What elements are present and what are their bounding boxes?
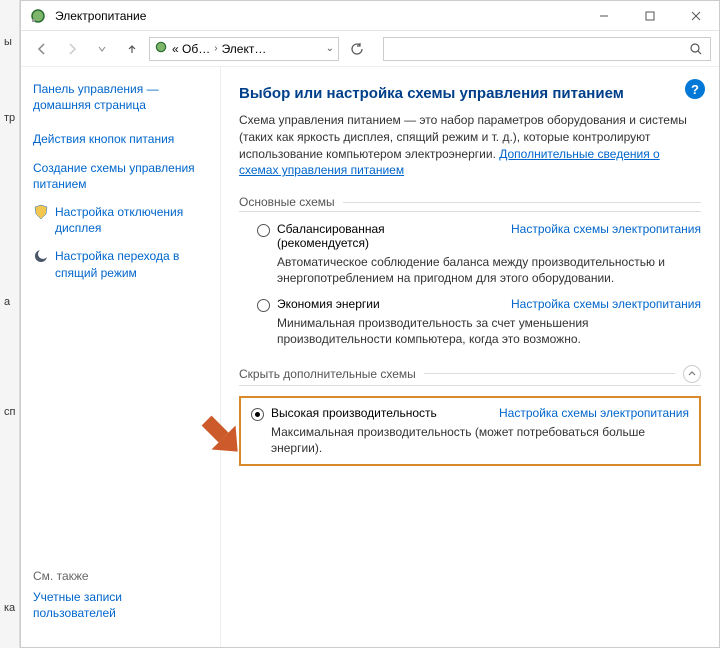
breadcrumb-item[interactable]: Элект… [222, 42, 267, 56]
sleep-settings-link[interactable]: Настройка перехода вспящий режим [33, 248, 208, 280]
help-button[interactable]: ? [685, 79, 705, 99]
moon-icon [33, 248, 49, 264]
close-button[interactable] [673, 1, 719, 31]
up-button[interactable] [119, 36, 145, 62]
breadcrumb[interactable]: « Об… › Элект… ⌄ [149, 37, 339, 61]
page-description: Схема управления питанием — это набор па… [239, 112, 701, 179]
scheme-description: Минимальная производительность за счет у… [277, 315, 701, 347]
bg-text: ка [4, 602, 15, 614]
see-also-header: См. также [33, 569, 208, 583]
radio-balanced[interactable] [257, 224, 270, 237]
window-title: Электропитание [55, 9, 146, 23]
recent-chevron-icon[interactable] [89, 36, 115, 62]
additional-schemes-header[interactable]: Скрыть дополнительные схемы [239, 363, 701, 386]
shield-icon [33, 204, 49, 220]
scheme-saver: Экономия энергии Настройка схемы электро… [239, 297, 701, 357]
maximize-button[interactable] [627, 1, 673, 31]
refresh-button[interactable] [343, 37, 371, 61]
navbar: « Об… › Элект… ⌄ [21, 31, 719, 67]
scheme-description: Автоматическое соблюдение баланса между … [277, 254, 701, 286]
breadcrumb-item[interactable]: « Об… [172, 42, 210, 56]
power-button-actions-link[interactable]: Действия кнопок питания [33, 131, 208, 147]
create-power-plan-link[interactable]: Создание схемы управления питанием [33, 160, 208, 192]
page-title: Выбор или настройка схемы управления пит… [239, 85, 701, 102]
forward-button[interactable] [59, 36, 85, 62]
search-input[interactable] [384, 42, 682, 56]
search-box [383, 37, 711, 61]
power-options-icon [29, 7, 47, 25]
sidebar: Панель управления — домашняя страница Де… [21, 67, 221, 647]
bg-text: сп [4, 406, 15, 418]
chevron-down-icon[interactable]: ⌄ [326, 43, 334, 54]
configure-scheme-link[interactable]: Настройка схемы электропитания [511, 222, 701, 250]
see-also-section: См. также Учетные записи пользователей [33, 569, 208, 633]
bg-text: тр [4, 112, 15, 124]
titlebar: Электропитание [21, 1, 719, 31]
power-options-icon [154, 40, 168, 57]
bg-text: ы [4, 36, 12, 48]
chevron-right-icon: › [214, 43, 217, 54]
scheme-name: Экономия энергии [277, 297, 380, 311]
minimize-button[interactable] [581, 1, 627, 31]
scheme-balanced: Сбалансированная (рекомендуется) Настрой… [239, 222, 701, 296]
radio-high-performance[interactable] [251, 408, 264, 421]
back-button[interactable] [29, 36, 55, 62]
configure-scheme-link[interactable]: Настройка схемы электропитания [511, 297, 701, 311]
user-accounts-link[interactable]: Учетные записи пользователей [33, 589, 208, 621]
scheme-description: Максимальная производительность (может п… [271, 424, 689, 456]
display-off-link[interactable]: Настройка отключениядисплея [33, 204, 208, 236]
high-performance-highlight: Высокая производительность Настройка схе… [239, 396, 701, 466]
bg-text: а [4, 296, 10, 308]
window: Электропитание « Об… › Элект… ⌄ [20, 0, 720, 648]
background-strip: ы тр а сп ка [0, 0, 20, 648]
control-panel-home-link[interactable]: Панель управления — домашняя страница [33, 81, 208, 113]
content: Панель управления — домашняя страница Де… [21, 67, 719, 647]
scheme-name: Сбалансированная (рекомендуется) [277, 222, 385, 250]
scheme-name: Высокая производительность [271, 406, 437, 420]
primary-schemes-header: Основные схемы [239, 193, 701, 212]
radio-saver[interactable] [257, 299, 270, 312]
configure-scheme-link[interactable]: Настройка схемы электропитания [499, 406, 689, 420]
collapse-toggle-icon[interactable] [683, 365, 701, 383]
main-panel: ? Выбор или настройка схемы управления п… [221, 67, 719, 647]
search-icon[interactable] [682, 42, 710, 56]
